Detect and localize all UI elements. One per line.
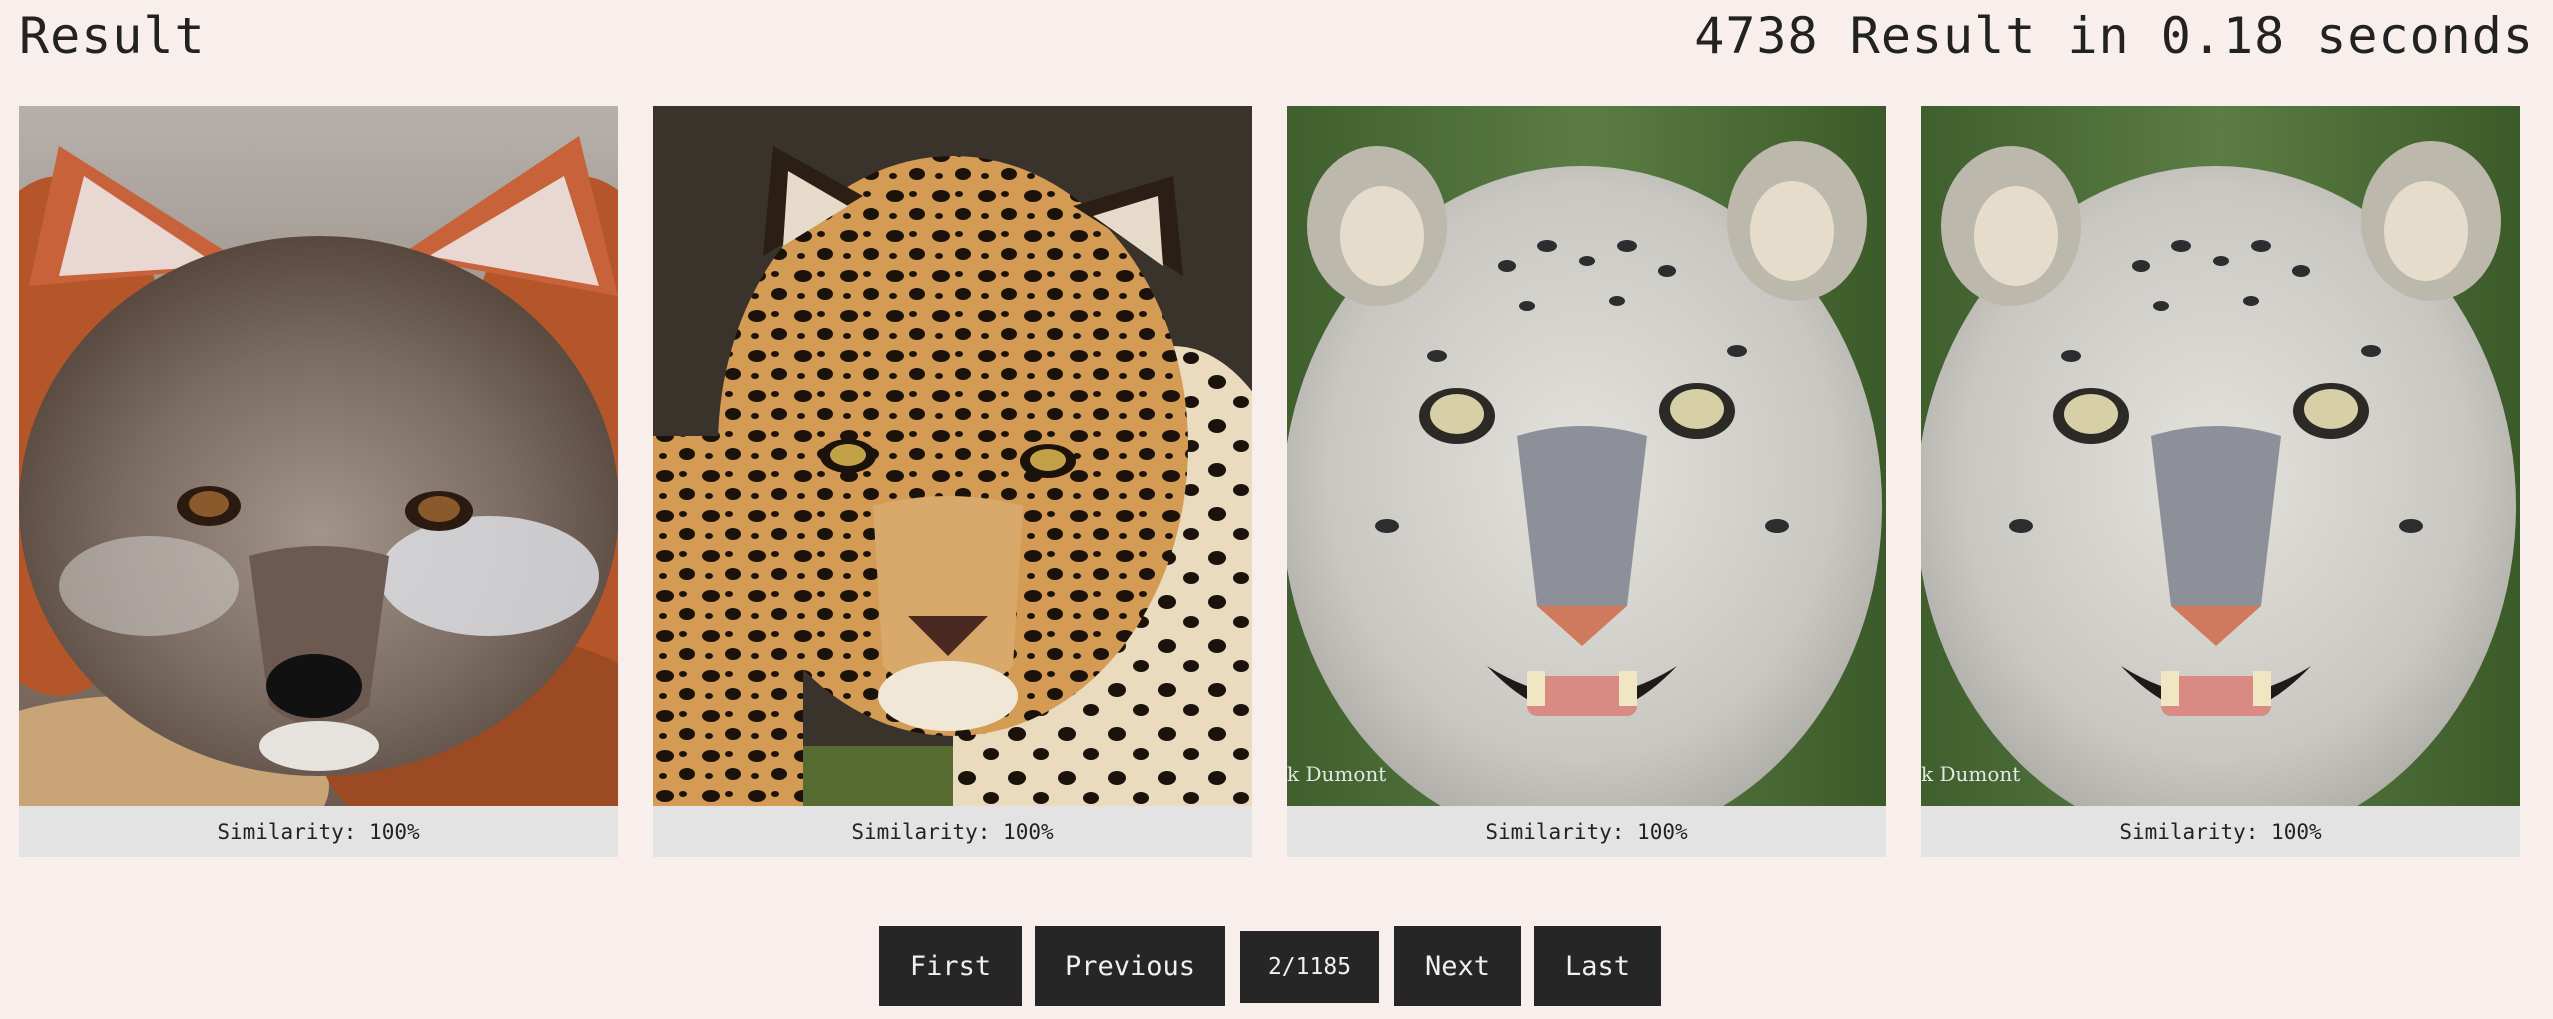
- photo-watermark: k Dumont: [1921, 762, 2021, 786]
- photo-watermark: k Dumont: [1287, 762, 1387, 786]
- jaguar-photo-icon[interactable]: [653, 106, 1252, 806]
- similarity-label: Similarity: 100%: [19, 806, 618, 857]
- fox-photo-icon[interactable]: [19, 106, 618, 806]
- page-title: Result: [19, 7, 206, 65]
- results-header: Result 4738 Result in 0.18 seconds: [19, 0, 2534, 72]
- results-grid: Similarity: 100% Similarity: 100% k Dumo…: [19, 106, 2520, 857]
- result-card[interactable]: Similarity: 100%: [19, 106, 618, 857]
- next-page-button[interactable]: Next: [1394, 926, 1521, 1006]
- previous-page-button[interactable]: Previous: [1035, 926, 1225, 1006]
- results-summary: 4738 Result in 0.18 seconds: [1694, 7, 2534, 65]
- first-page-button[interactable]: First: [879, 926, 1022, 1006]
- result-card[interactable]: Similarity: 100%: [653, 106, 1252, 857]
- last-page-button[interactable]: Last: [1534, 926, 1661, 1006]
- snow-leopard-photo-icon[interactable]: k Dumont: [1287, 106, 1886, 806]
- result-card[interactable]: k Dumont Similarity: 100%: [1921, 106, 2520, 857]
- similarity-label: Similarity: 100%: [653, 806, 1252, 857]
- page-indicator: 2/1185: [1240, 931, 1379, 1003]
- result-card[interactable]: k Dumont Similarity: 100%: [1287, 106, 1886, 857]
- similarity-label: Similarity: 100%: [1287, 806, 1886, 857]
- similarity-label: Similarity: 100%: [1921, 806, 2520, 857]
- snow-leopard-photo-icon[interactable]: k Dumont: [1921, 106, 2520, 806]
